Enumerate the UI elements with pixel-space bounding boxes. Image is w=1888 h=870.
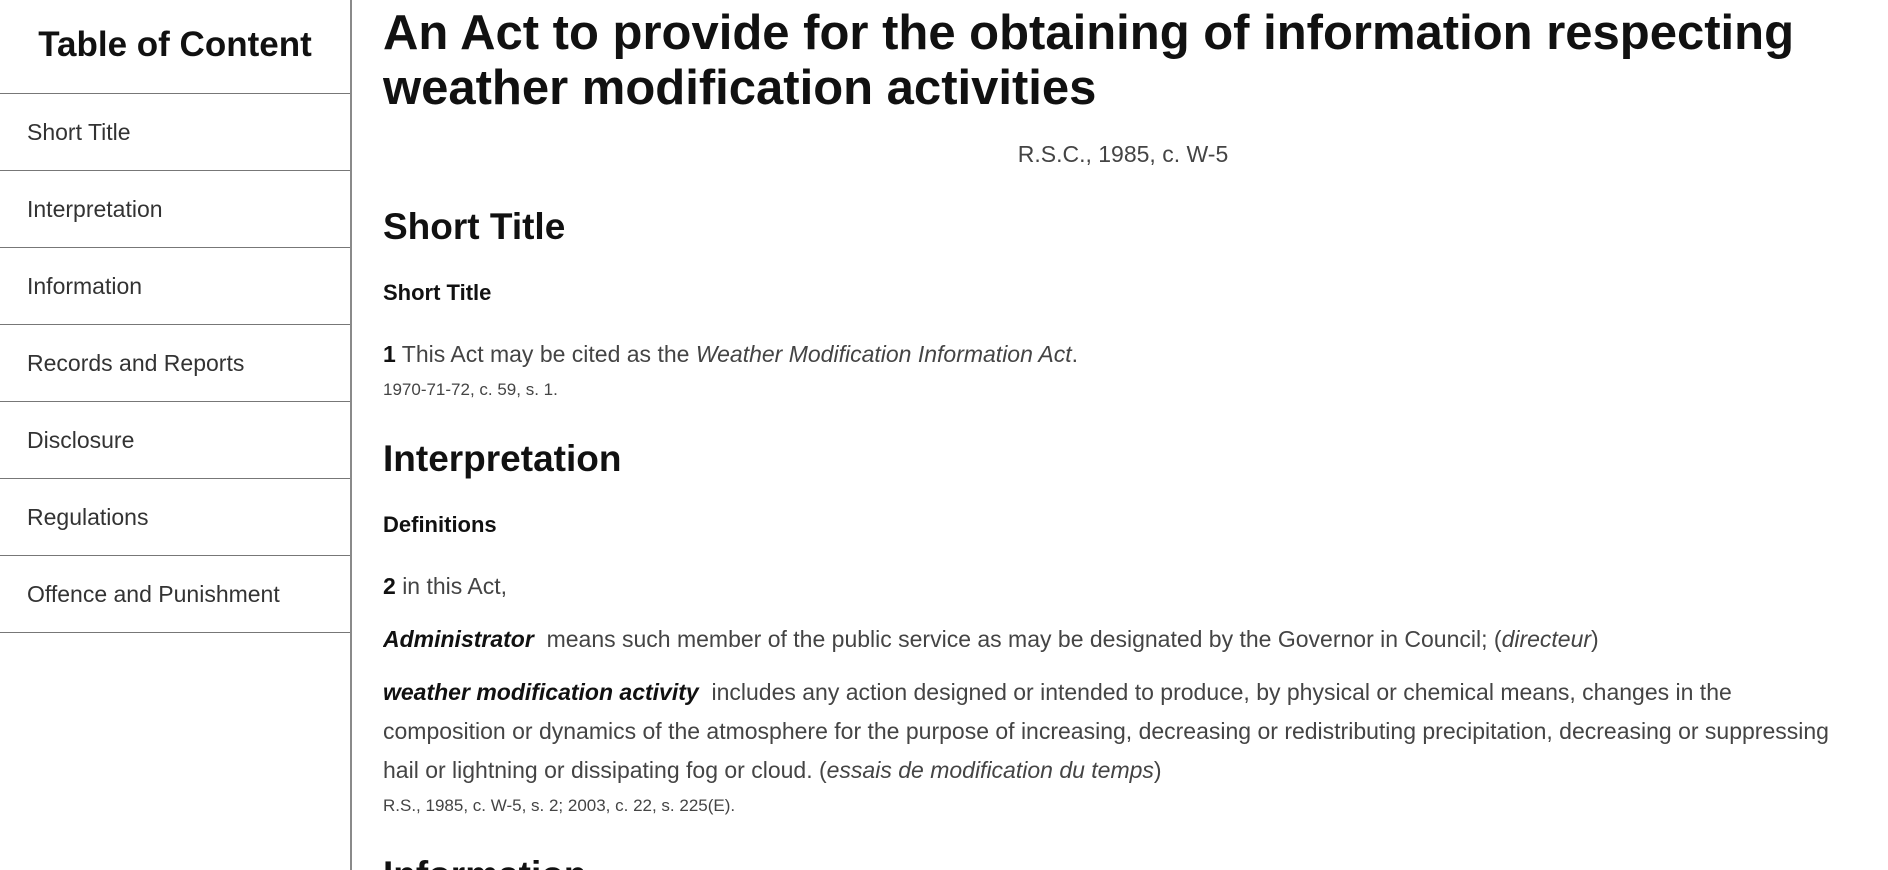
act-citation: R.S.C., 1985, c. W-5 (1017, 141, 1229, 167)
toc-list: Short Title Interpretation Information R… (0, 94, 350, 633)
toc-item-records-and-reports[interactable]: Records and Reports (0, 325, 350, 402)
subheading-short-title: Short Title (383, 280, 492, 305)
history-note-section-2: R.S., 1985, c. W-5, s. 2; 2003, c. 22, s… (383, 796, 736, 815)
definition-weather-modification-activity: weather modification activity includes a… (383, 673, 1843, 790)
definition-text: means such member of the public service … (546, 626, 1502, 652)
section-2-intro-text: in this Act, (402, 573, 508, 599)
french-equivalent: directeur (1501, 626, 1592, 652)
toc-title: Table of Content (0, 0, 350, 94)
french-equivalent: essais de modification du temps (826, 757, 1154, 783)
section-1-text-after: . (1071, 341, 1079, 367)
toc-item-information[interactable]: Information (0, 248, 350, 325)
section-number: 1 (383, 341, 396, 367)
subheading-definitions: Definitions (383, 512, 497, 537)
definition-administrator: Administrator means such member of the p… (383, 620, 1843, 659)
act-title: An Act to provide for the obtaining of i… (383, 6, 1794, 115)
page: Table of Content Short Title Interpretat… (0, 0, 1888, 870)
section-2-intro: 2 in this Act, (383, 566, 1843, 606)
toc-item-short-title[interactable]: Short Title (0, 94, 350, 171)
section-heading-information: Information (383, 854, 1843, 870)
section-1-text: 1 This Act may be cited as the Weather M… (383, 334, 1843, 374)
toc-item-interpretation[interactable]: Interpretation (0, 171, 350, 248)
history-note-section-1: 1970-71-72, c. 59, s. 1. (383, 380, 558, 399)
act-name: Weather Modification Information Act (695, 341, 1072, 367)
section-number: 2 (383, 573, 396, 599)
toc-item-offence-and-punishment[interactable]: Offence and Punishment (0, 556, 350, 633)
section-heading-interpretation: Interpretation (383, 438, 622, 479)
defined-term: weather modification activity (383, 679, 699, 705)
toc-item-disclosure[interactable]: Disclosure (0, 402, 350, 479)
defined-term: Administrator (383, 626, 534, 652)
toc-item-regulations[interactable]: Regulations (0, 479, 350, 556)
definition-close: ) (1591, 626, 1599, 652)
section-1-text-before: This Act may be cited as the (401, 341, 690, 367)
table-of-content-sidebar: Table of Content Short Title Interpretat… (0, 0, 352, 870)
section-heading-short-title: Short Title (383, 206, 566, 247)
document-content: An Act to provide for the obtaining of i… (383, 0, 1843, 870)
definition-close: ) (1153, 757, 1162, 783)
